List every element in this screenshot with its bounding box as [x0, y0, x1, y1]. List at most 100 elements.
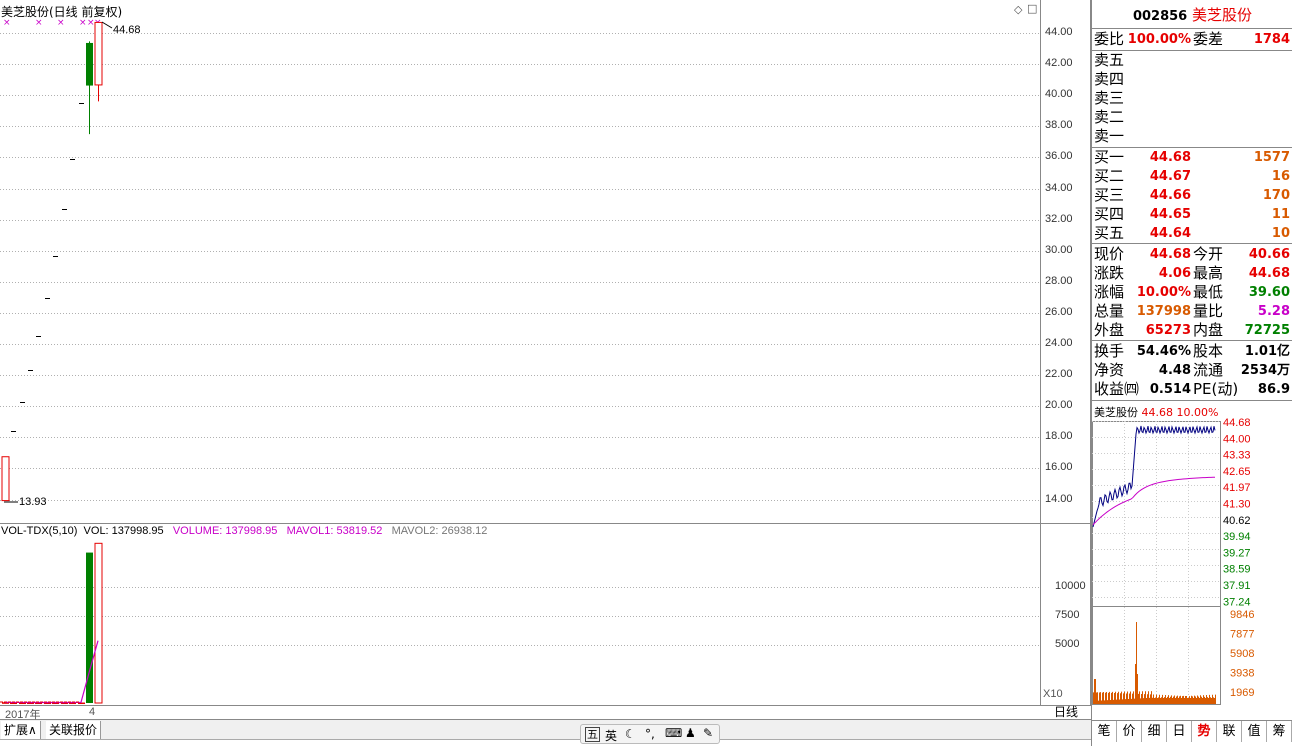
stat-row: 现价 44.68 今开 40.66 — [1092, 245, 1292, 264]
fund-value: 54.46% — [1136, 344, 1191, 359]
fund-value: 1.01亿 — [1244, 344, 1290, 359]
user-icon[interactable]: ♟ — [685, 726, 696, 740]
weibi-value: 100.00% — [1127, 32, 1191, 47]
volume-chart[interactable]: VOL-TDX(5,10) VOL: 137998.95 VOLUME: 137… — [0, 524, 1041, 705]
buy-label: 买二 — [1094, 167, 1125, 185]
mini-price-tick: 44.00 — [1223, 433, 1251, 445]
tab-day[interactable]: 日 — [1167, 721, 1192, 742]
ime-lang[interactable]: 英 — [605, 727, 617, 744]
fund-value: 4.48 — [1158, 363, 1191, 378]
fund-value: 2534万 — [1240, 363, 1290, 378]
price-tick: 44.00 — [1045, 26, 1073, 38]
fund-label: PE(动) — [1193, 380, 1239, 398]
buy-row[interactable]: 买四 44.65 11 — [1092, 205, 1292, 224]
vol-value: VOL: 137998.95 — [83, 525, 164, 537]
mini-price-tick: 37.24 — [1223, 596, 1251, 608]
ime-mode-icon[interactable]: 五 — [585, 727, 600, 742]
volume-legend: VOL-TDX(5,10) VOL: 137998.95 VOLUME: 137… — [1, 525, 487, 537]
sell-row: 卖四 — [1092, 70, 1292, 89]
price-tick: 32.00 — [1045, 212, 1073, 225]
chart-title: 美芝股份(日线 前复权) — [1, 5, 123, 19]
volume-axis: X10 10000 7500 5000 — [1041, 524, 1091, 705]
weicha-label: 委差 — [1193, 30, 1224, 48]
stat-value: 5.28 — [1257, 304, 1290, 319]
volume-tick: 5000 — [1055, 638, 1080, 651]
buy-row[interactable]: 买五 44.64 10 — [1092, 224, 1292, 243]
stat-label: 总量 — [1094, 302, 1125, 320]
buy-price: 44.67 — [1149, 169, 1191, 184]
mini-volume-tick: 1969 — [1230, 687, 1254, 699]
stat-label: 最高 — [1193, 264, 1224, 282]
tab-price[interactable]: 价 — [1117, 721, 1142, 742]
fund-label: 换手 — [1094, 342, 1125, 360]
mini-volume-tick: 7877 — [1230, 629, 1254, 641]
fund-row: 换手 54.46% 股本 1.01亿 — [1092, 342, 1292, 361]
tab-related[interactable]: 联 — [1217, 721, 1242, 742]
price-axis: 44.00 42.00 40.00 38.00 36.00 34.00 32.00 30.00… — [1041, 0, 1091, 524]
mini-volume-tick: 9846 — [1230, 609, 1254, 621]
sell-row: 卖五 — [1092, 51, 1292, 70]
stat-label: 涨跌 — [1094, 264, 1125, 282]
mini-volume-tick: 5908 — [1230, 648, 1254, 660]
wrench-icon[interactable]: ✎ — [703, 726, 713, 740]
tab-related-quotes[interactable]: 关联报价 — [46, 721, 102, 739]
buy-row[interactable]: 买三 44.66 170 — [1092, 186, 1292, 205]
kline-chart[interactable]: ×××××× 美芝股份(日线 前复权) ◇ □ 44.68 13.93 — [0, 0, 1041, 524]
mini-price-tick: 39.27 — [1223, 547, 1251, 559]
stat-label: 最低 — [1193, 283, 1224, 301]
buy-row[interactable]: 买二 44.67 16 — [1092, 167, 1292, 186]
stat-label: 现价 — [1094, 245, 1125, 263]
fund-label: 股本 — [1193, 342, 1224, 360]
mini-price-tick: 39.94 — [1223, 531, 1251, 543]
stat-label: 内盘 — [1193, 321, 1224, 339]
mini-price-tick: 42.65 — [1223, 466, 1251, 478]
mavol2-value: MAVOL2: 26938.12 — [391, 525, 488, 537]
price-tick: 20.00 — [1045, 399, 1073, 412]
weicha-value: 1784 — [1253, 32, 1290, 47]
buy-price: 44.66 — [1149, 188, 1191, 203]
close-icon[interactable]: □ — [1027, 2, 1037, 15]
buy-volume: 10 — [1271, 226, 1290, 241]
mini-price-tick: 40.62 — [1223, 515, 1251, 527]
keyboard-icon[interactable]: ⌨ — [665, 726, 682, 740]
intraday-name: 美芝股份 — [1094, 406, 1138, 419]
intraday-pct: 10.00% — [1176, 406, 1219, 419]
tab-expand[interactable]: 扩展∧ — [1, 721, 41, 739]
buy-label: 买五 — [1094, 224, 1125, 242]
stock-header: 002856 美芝股份 — [1092, 6, 1292, 25]
moon-icon[interactable]: ☾ — [625, 727, 636, 741]
price-tick: 38.00 — [1045, 119, 1073, 132]
volume-tick: 7500 — [1055, 609, 1080, 622]
tab-tick[interactable]: 笔 — [1092, 721, 1117, 742]
indicator-name: VOL-TDX(5,10) — [1, 525, 78, 537]
buy-row[interactable]: 买一 44.68 1577 — [1092, 148, 1292, 167]
tab-trend[interactable]: 势 — [1192, 721, 1217, 742]
sell-label: 卖二 — [1094, 108, 1125, 126]
tab-chips[interactable]: 筹 — [1267, 721, 1292, 742]
mini-price-tick: 43.33 — [1223, 450, 1251, 462]
mini-price-tick: 38.59 — [1223, 564, 1251, 576]
fund-value: 86.9 — [1257, 382, 1290, 397]
stat-value: 65273 — [1145, 323, 1191, 338]
price-tick: 18.00 — [1045, 430, 1073, 443]
kline-svg: ×××××× — [0, 18, 1041, 503]
stock-name: 美芝股份 — [1192, 6, 1253, 24]
stat-value: 10.00% — [1136, 285, 1191, 300]
month-label: 4 — [89, 706, 96, 718]
intraday-chart[interactable]: 44.68 44.00 43.33 42.65 41.97 41.30 40.62 39.94… — [1092, 401, 1292, 720]
candle-up — [94, 21, 103, 86]
period-label[interactable]: 日线 — [1041, 705, 1091, 720]
stat-row: 总量 137998 量比 5.28 — [1092, 302, 1292, 321]
weibi-row: 委比 100.00% 委差 1784 — [1092, 30, 1292, 49]
stat-value: 137998 — [1136, 304, 1191, 319]
tab-value[interactable]: 值 — [1242, 721, 1267, 742]
punct-icon[interactable]: °, — [645, 727, 655, 741]
sell-row: 卖二 — [1092, 108, 1292, 127]
stat-label: 涨幅 — [1094, 283, 1125, 301]
diamond-icon[interactable]: ◇ — [1014, 3, 1022, 16]
stat-label: 外盘 — [1094, 321, 1125, 339]
stat-value: 44.68 — [1248, 266, 1290, 281]
tab-detail[interactable]: 细 — [1142, 721, 1167, 742]
intraday-price: 44.68 — [1141, 406, 1174, 419]
price-tick: 26.00 — [1045, 305, 1073, 318]
